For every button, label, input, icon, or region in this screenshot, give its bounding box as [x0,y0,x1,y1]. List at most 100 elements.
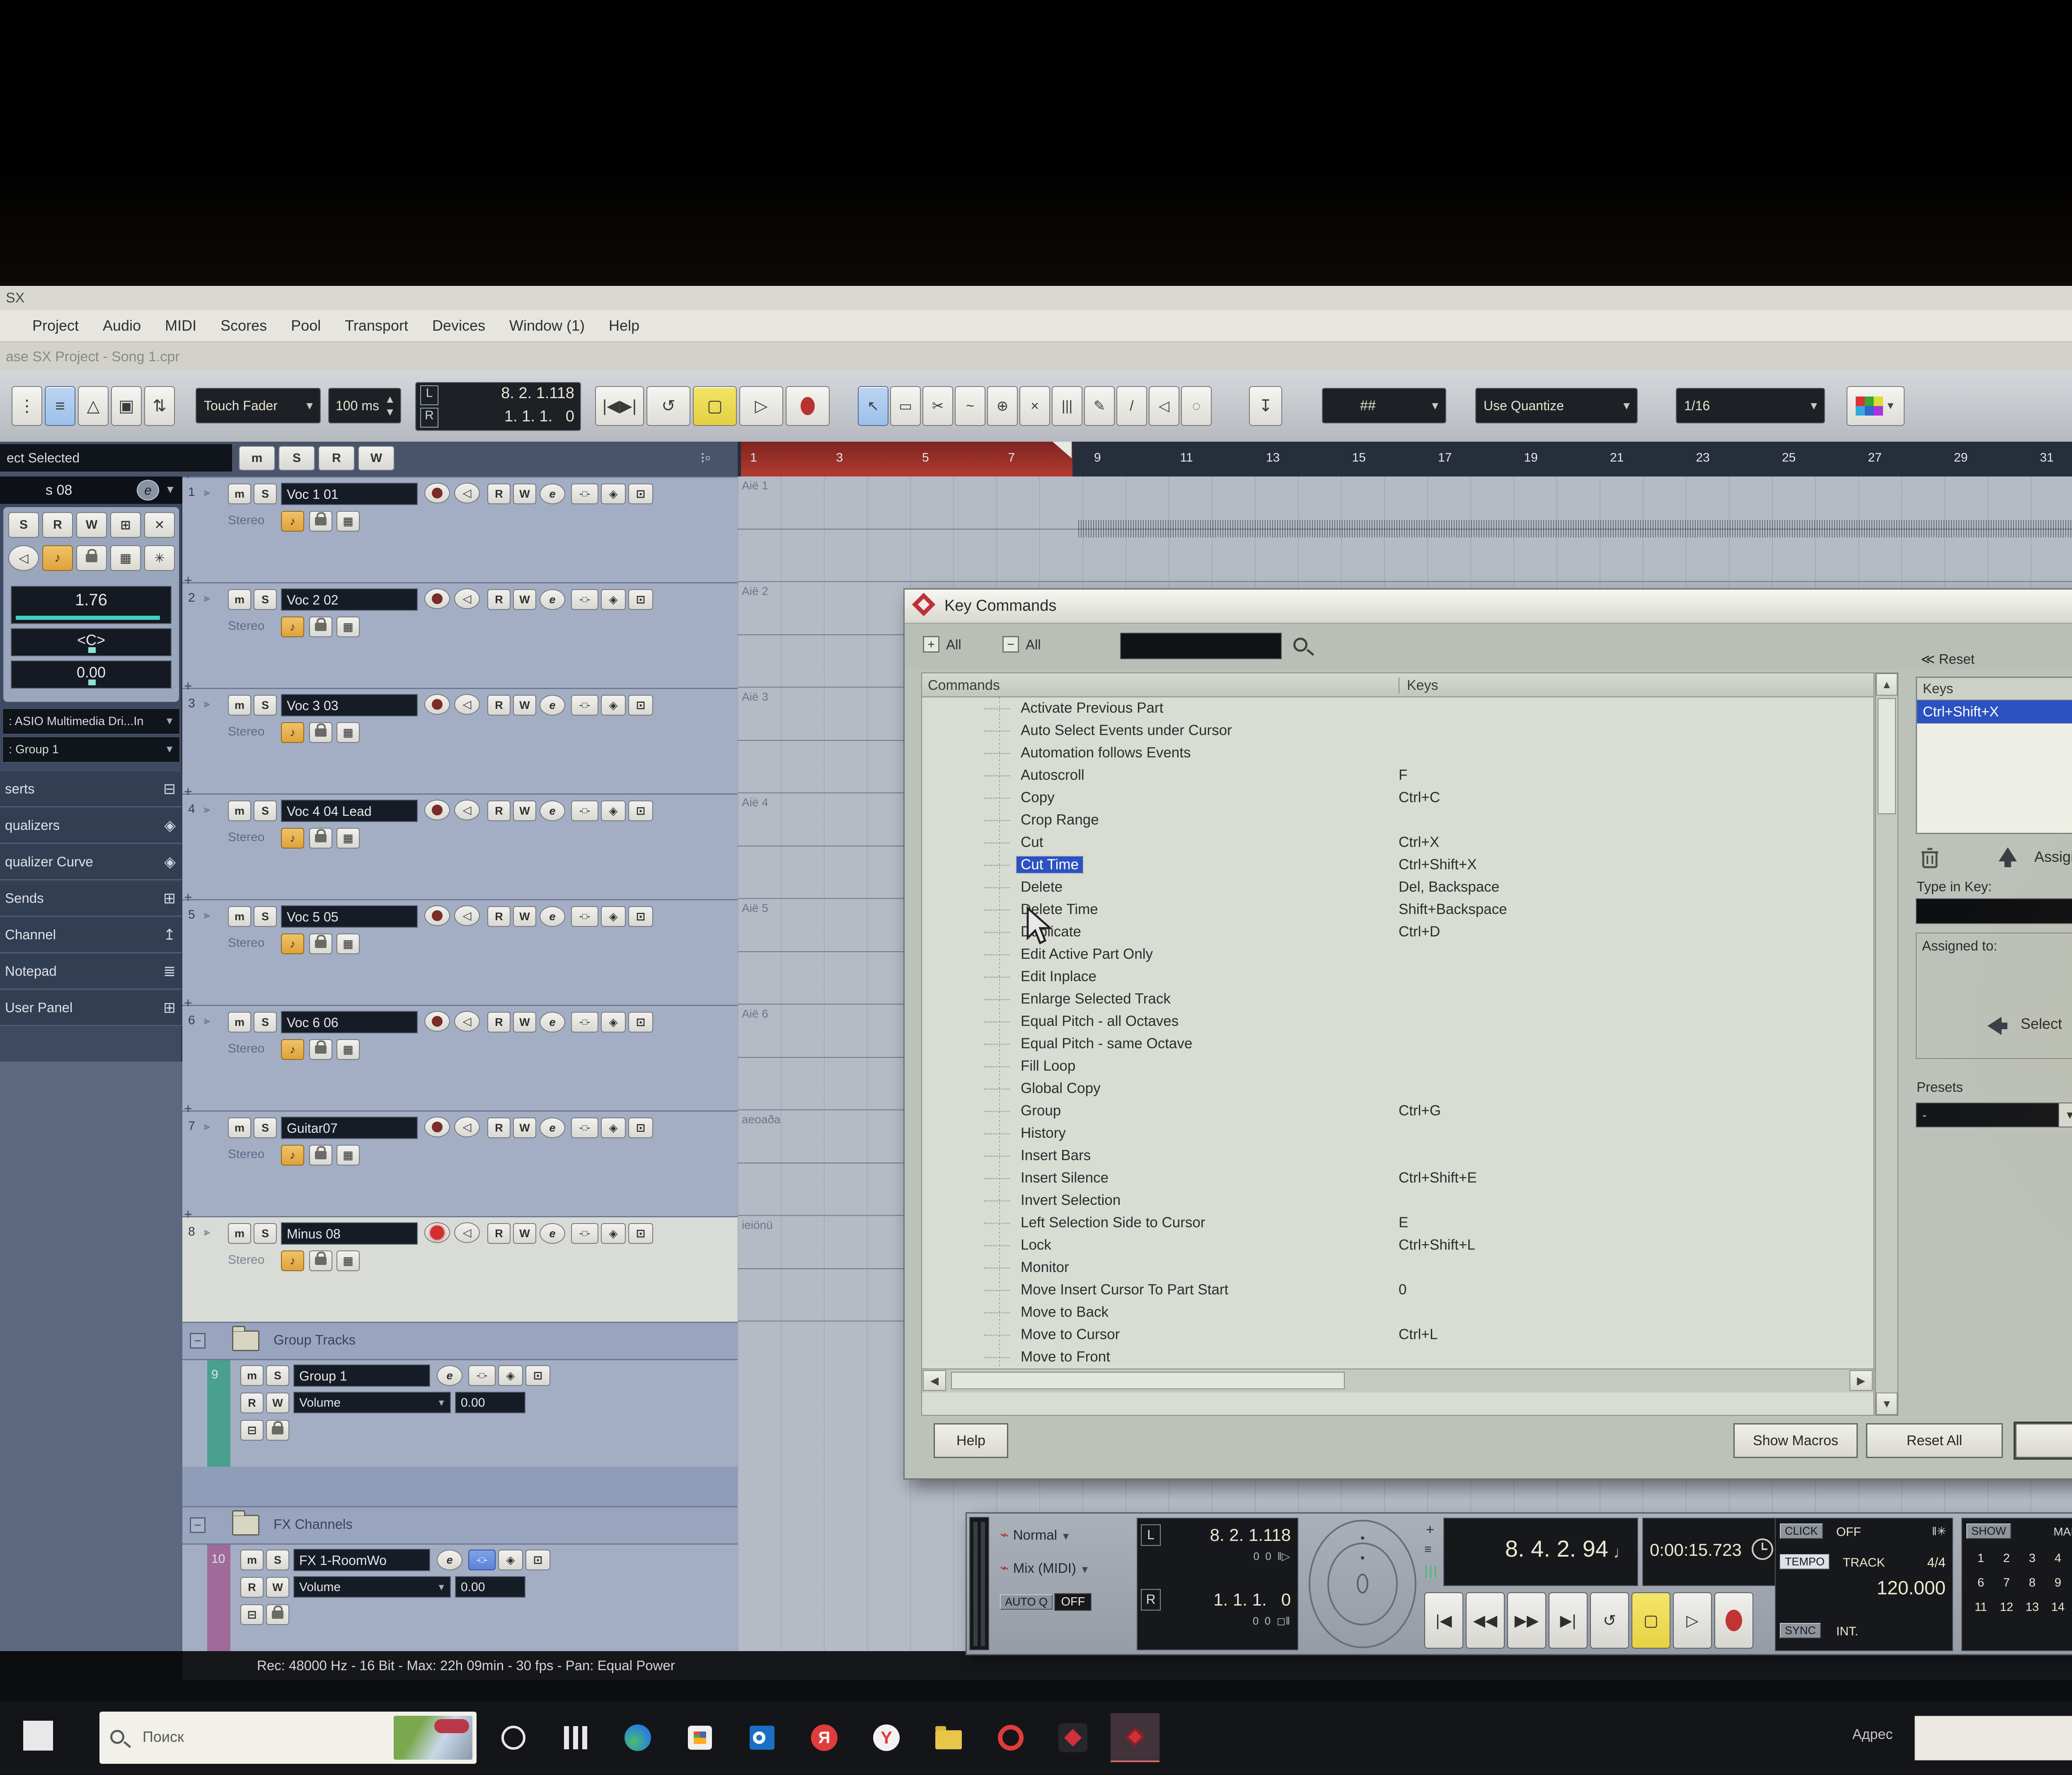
monitor-button[interactable]: ◁ [454,800,480,820]
command-label[interactable]: Move Insert Cursor To Part Start [1017,1282,1232,1298]
stop-button[interactable]: ▢ [693,386,737,426]
reset-all-button[interactable]: Reset All [1866,1423,2003,1458]
edit-channel-button[interactable]: e [437,1365,462,1386]
lock-button[interactable] [309,828,332,849]
quantize-value-dropdown[interactable]: 1/16▼ [1676,388,1825,423]
track-name[interactable]: Voc 4 04 Lead [281,800,418,822]
lock-button[interactable] [309,722,332,743]
collapse-folder-button[interactable]: − [190,1333,206,1349]
solo-button[interactable]: S [8,512,39,538]
read-button[interactable]: R [487,800,511,821]
record-mode-dropdown[interactable]: ⌁Normal ▼ [1000,1526,1071,1543]
forward-button[interactable]: ▶▶ [1507,1592,1546,1649]
musical-timebase-button[interactable]: ♪ [281,617,304,637]
marker-11-button[interactable]: 11 [1968,1601,1994,1614]
command-label[interactable]: Global Copy [1017,1080,1105,1097]
command-row-monitor[interactable]: Monitor [922,1257,1874,1279]
add-track-plus[interactable]: + [184,476,192,483]
automation-ms-stepper[interactable]: 100 ms▲▼ [328,388,401,423]
goto-start-button[interactable]: |◀ [1424,1592,1463,1649]
collapse-all-button[interactable]: − [1002,636,1019,653]
eq-state-icon[interactable]: ◈ [498,1550,523,1570]
mute-button[interactable]: m [228,695,251,716]
play-button[interactable]: ▷ [1673,1592,1712,1649]
marker-9-button[interactable]: 9 [2045,1576,2071,1590]
yandex-browser-icon[interactable]: Y [862,1713,911,1762]
sends-state-icon[interactable]: ⊡ [628,800,653,821]
write-button[interactable]: W [266,1577,289,1598]
solo-button[interactable]: S [254,484,277,504]
track-minus-08[interactable]: +8⫸mSMinus 08◁RWe-□-◈⊡Stereo♪▦ [182,1216,738,1322]
tool-8-button[interactable]: / [1116,386,1147,426]
musical-timebase-button[interactable]: ♪ [281,1145,304,1166]
vertical-scrollbar[interactable]: ▲ ▼ [1875,672,1898,1416]
inserts-state-icon[interactable]: -□- [571,1117,598,1138]
inserts-state-icon[interactable]: -□- [571,589,598,610]
lanes-button[interactable]: ▦ [336,617,360,637]
outlook-icon[interactable] [738,1713,787,1762]
menu-midi[interactable]: MIDI [165,317,196,334]
assign-button[interactable]: Assign [2034,848,2072,866]
command-row-edit-active-part-only[interactable]: Edit Active Part Only [922,943,1874,966]
track-name[interactable]: Voc 1 01 [281,483,418,505]
auto-quantize-toggle[interactable]: AUTO Q OFF [1000,1593,1092,1611]
command-label[interactable]: Delete [1017,879,1067,895]
eq-state-icon[interactable]: ◈ [601,589,626,610]
widget-thumbnail[interactable] [394,1716,472,1760]
record-enable-button[interactable] [424,800,450,820]
scroll-up-icon[interactable]: ▲ [1876,673,1898,696]
command-label[interactable]: Move to Front [1017,1349,1114,1365]
punch-out-icon[interactable]: 0 0 ◻‖ [1253,1615,1290,1627]
musical-timebase-button[interactable]: ♪ [281,933,304,954]
goto-locators-button[interactable]: |◀▶| [595,386,644,426]
lock-button[interactable] [76,545,107,571]
parameter-dropdown[interactable]: Volume▼ [293,1576,451,1598]
lock-button[interactable] [266,1420,289,1441]
cycle-button[interactable]: ↺ [1590,1592,1629,1649]
add-track-plus[interactable]: + [184,995,192,1011]
cubase-icon[interactable] [1048,1713,1097,1762]
scroll-down-icon[interactable]: ▼ [1876,1393,1898,1415]
lanes-button[interactable]: ▦ [336,1250,360,1271]
menu-pool[interactable]: Pool [291,317,321,334]
command-row-group[interactable]: GroupCtrl+G [922,1100,1874,1122]
autoscroll-button[interactable]: ↧ [1249,386,1282,426]
precount-icon[interactable]: ‖✳ [1932,1524,1946,1538]
tool-9-button[interactable]: ◁ [1149,386,1179,426]
record-enable-button[interactable] [424,1011,450,1032]
position-display[interactable]: 8. 4. 2. 94 ♩ [1443,1518,1638,1586]
delay-display[interactable]: 0.00 [11,660,172,689]
menu-scores[interactable]: Scores [220,317,267,334]
sync-toggle[interactable]: SYNC [1780,1623,1821,1638]
dialog-titlebar[interactable]: Key Commands × [905,590,2072,624]
track-controls-icon[interactable]: ⁝▫ [700,449,710,467]
tool-0-button[interactable]: ↖ [858,386,888,426]
command-row-move-insert-cursor-to-part-start[interactable]: Move Insert Cursor To Part Start0 [922,1279,1874,1301]
tempo-toggle[interactable]: TEMPO [1780,1554,1830,1569]
delete-key-trash-icon[interactable] [1919,846,1941,870]
sends-state-icon[interactable]: ⊡ [628,1012,653,1033]
search-input[interactable] [1120,633,1282,659]
sends-state-icon[interactable]: ⊡ [628,906,653,927]
command-row-insert-silence[interactable]: Insert SilenceCtrl+Shift+E [922,1167,1874,1190]
mute-button[interactable]: m [240,1550,264,1570]
inserts-state-icon[interactable]: -□- [571,1223,598,1244]
command-label[interactable]: Edit Inplace [1017,968,1101,985]
track-voc-2-02[interactable]: +2⫸mSVoc 2 02◁RWe-□-◈⊡Stereo♪▦ [182,582,738,688]
read-button[interactable]: R [42,512,73,538]
add-track-plus[interactable]: + [184,784,192,800]
mute-button[interactable]: m [228,589,251,610]
sends-state-icon[interactable]: ⊡ [525,1550,550,1570]
inserts-state-icon[interactable]: -□- [571,906,598,927]
inserts-state-icon[interactable]: -□- [468,1365,496,1386]
monitor-button[interactable]: ◁ [454,1222,480,1243]
record-enable-button[interactable] [424,694,450,715]
solo-button[interactable]: S [254,1223,277,1244]
command-row-move-to-back[interactable]: Move to Back [922,1301,1874,1324]
scroll-left-icon[interactable]: ◀ [923,1370,946,1391]
marker-12-button[interactable]: 12 [1994,1601,2019,1614]
input-routing-dropdown[interactable]: : ASIO Multimedia Dri...In▼ [2,709,180,734]
mute-button[interactable]: m [228,906,251,927]
edit-channel-button[interactable]: e [540,484,565,504]
eq-state-icon[interactable]: ◈ [601,695,626,716]
